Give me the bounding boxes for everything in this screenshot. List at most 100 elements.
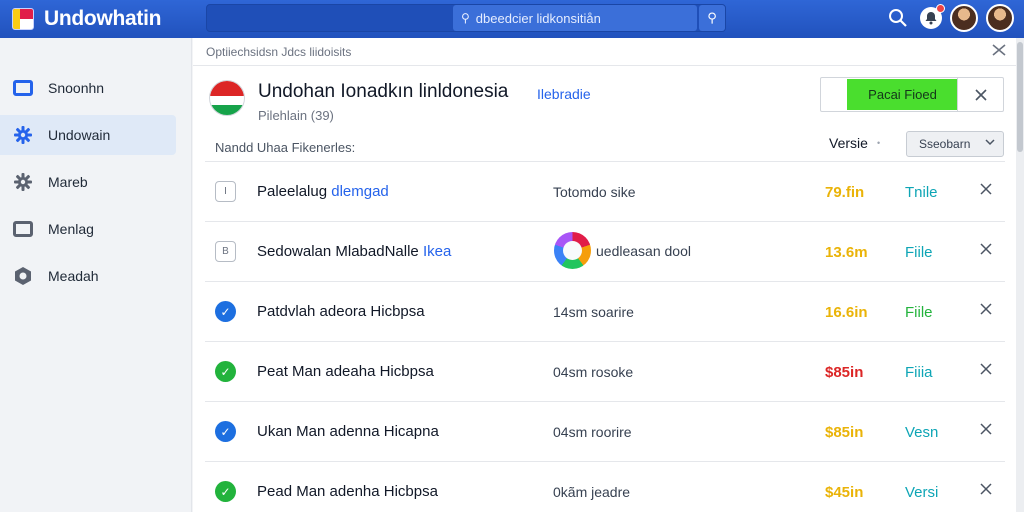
gear-icon xyxy=(12,124,34,146)
check-icon: ✓ xyxy=(215,481,236,502)
row-price: $85in xyxy=(825,424,864,441)
sidebar-item-mareb[interactable]: Mareb xyxy=(0,162,183,202)
window-icon xyxy=(12,218,34,240)
search-icon: ⚲ xyxy=(461,11,470,25)
top-icons xyxy=(884,4,1014,32)
version-select-value: Sseobarn xyxy=(919,137,971,151)
search-icon[interactable] xyxy=(884,4,912,32)
sidebar-item-undowain[interactable]: Undowain xyxy=(0,115,176,155)
chevron-down-icon xyxy=(985,137,995,149)
sidebar-item-label: Mareb xyxy=(48,174,88,190)
download-group: Pacai Fioed xyxy=(820,77,1004,112)
row-price: 13.6m xyxy=(825,244,868,261)
row-name-text: Paleelalug xyxy=(257,183,332,200)
row-name: Ukan Man adenna Hicapna xyxy=(257,423,439,440)
row-price: $45in xyxy=(825,484,864,501)
row-name-text: Sedowalan MlabadNalle xyxy=(257,243,423,260)
close-icon[interactable] xyxy=(980,182,992,200)
row-name-text: Peat Man adeaha Hicbpsa xyxy=(257,363,434,380)
version-select[interactable]: Sseobarn xyxy=(906,131,1004,157)
row-name: Pead Man adenha Hicbpsa xyxy=(257,483,438,500)
page-subtitle: Pilehlain (39) xyxy=(258,108,334,123)
close-icon[interactable] xyxy=(980,242,992,260)
dot-icon: • xyxy=(877,138,881,148)
sidebar-item-label: Snoonhn xyxy=(48,80,105,96)
row-price: 79.fin xyxy=(825,184,865,201)
search-icon: ⚲ xyxy=(707,10,717,25)
row-size: uedleasan dool xyxy=(596,243,691,259)
row-size: Totomdo sike xyxy=(553,184,636,200)
avatar[interactable] xyxy=(986,4,1014,32)
breadcrumb: Optiiechsidsn Jdcs liidoisits xyxy=(193,38,1024,66)
file-list: I Paleelalug dlemgad Totomdo sike 79.fin Tni… xyxy=(205,161,1005,512)
row-price: $85in xyxy=(825,364,864,381)
row-type-link[interactable]: Vesn xyxy=(905,424,938,441)
row-size: 0kãm jeadre xyxy=(553,484,631,500)
download-button[interactable]: Pacai Fioed xyxy=(847,79,958,110)
close-icon[interactable] xyxy=(992,44,1006,59)
sidebar-item-label: Undowain xyxy=(48,127,111,143)
hexagon-icon xyxy=(12,265,34,287)
row-name-highlight[interactable]: Ikea xyxy=(423,243,451,260)
list-label: Nandd Uhaa Fikenerles: xyxy=(215,140,356,155)
close-icon[interactable] xyxy=(980,422,992,440)
sidebar-item-label: Menlag xyxy=(48,221,94,237)
close-icon[interactable] xyxy=(957,78,1003,111)
row-price: 16.6in xyxy=(825,304,868,321)
row-name: Paleelalug dlemgad xyxy=(257,183,389,200)
table-row[interactable]: I Paleelalug dlemgad Totomdo sike 79.fin Tni… xyxy=(205,161,1005,221)
file-icon: B xyxy=(215,241,236,262)
settings-icon xyxy=(12,171,34,193)
brand[interactable]: Undowhatin xyxy=(0,7,200,31)
row-size: 04sm roorire xyxy=(553,424,632,440)
breadcrumb-text: Optiiechsidsn Jdcs liidoisits xyxy=(206,44,352,59)
row-type-link[interactable]: Fiile xyxy=(905,304,933,321)
row-type-link[interactable]: Fiiia xyxy=(905,364,933,381)
search-value: dbeedcier lidkonsitiån xyxy=(475,10,601,26)
top-bar: Undowhatin ⚲ dbeedcier lidkonsitiån ⚲ xyxy=(0,0,1024,38)
sidebar-item-meadah[interactable]: Meadah xyxy=(0,256,183,296)
table-row[interactable]: ✓ Patdvlah adeora Hicbpsa 14sm soarire 16.6… xyxy=(205,281,1005,341)
app-logo-icon xyxy=(12,8,34,30)
check-icon: ✓ xyxy=(215,421,236,442)
row-size: 04sm rosoke xyxy=(553,364,634,380)
row-name-text: Ukan Man adenna Hicapna xyxy=(257,423,439,440)
flag-icon xyxy=(209,80,245,116)
avatar[interactable] xyxy=(950,4,978,32)
row-size: 14sm soarire xyxy=(553,304,634,320)
row-type-link[interactable]: Versi xyxy=(905,484,938,501)
row-name-text: Patdvlah adeora Hicbpsa xyxy=(257,303,425,320)
window-icon xyxy=(12,77,34,99)
title-link[interactable]: Ilebradie xyxy=(537,86,591,102)
row-type-link[interactable]: Fiile xyxy=(905,244,933,261)
sidebar-item-snoonhn[interactable]: Snoonhn xyxy=(0,68,183,108)
scrollbar[interactable] xyxy=(1016,38,1024,512)
table-row[interactable]: ✓ Peat Man adeaha Hicbpsa 04sm rosoke $85in… xyxy=(205,341,1005,401)
page-title: Undohan Ionadkın linldonesia xyxy=(258,81,509,102)
row-name: Sedowalan MlabadNalle Ikea xyxy=(257,243,451,260)
sidebar: Snoonhn Undowain Mareb Menlag Meadah xyxy=(0,38,192,512)
table-row[interactable]: ✓ Pead Man adenha Hicbpsa 0kãm jeadre $45in… xyxy=(205,461,1005,512)
search-button[interactable]: ⚲ xyxy=(699,5,725,31)
search-input[interactable]: ⚲ dbeedcier lidkonsitiån xyxy=(453,5,697,31)
notification-icon[interactable] xyxy=(920,4,945,29)
check-icon: ✓ xyxy=(215,361,236,382)
row-name-highlight[interactable]: dlemgad xyxy=(331,183,389,200)
close-icon[interactable] xyxy=(980,302,992,320)
row-name: Peat Man adeaha Hicbpsa xyxy=(257,363,434,380)
row-name: Patdvlah adeora Hicbpsa xyxy=(257,303,425,320)
app-badge-icon xyxy=(554,232,591,269)
scrollbar-thumb[interactable] xyxy=(1017,42,1023,152)
table-row[interactable]: ✓ Ukan Man adenna Hicapna 04sm roorire $85i… xyxy=(205,401,1005,461)
app-name: Undowhatin xyxy=(44,7,162,30)
table-row[interactable]: B Sedowalan MlabadNalle Ikea uedleasan doo… xyxy=(205,221,1005,281)
close-icon[interactable] xyxy=(980,362,992,380)
file-icon: I xyxy=(215,181,236,202)
sidebar-item-menlag[interactable]: Menlag xyxy=(0,209,183,249)
version-label: Versie xyxy=(829,135,868,151)
row-type-link[interactable]: Tnile xyxy=(905,184,938,201)
close-icon[interactable] xyxy=(980,482,992,500)
row-name-text: Pead Man adenha Hicbpsa xyxy=(257,483,438,500)
notification-badge xyxy=(936,4,945,13)
search-bar: ⚲ dbeedcier lidkonsitiån ⚲ xyxy=(206,4,726,32)
